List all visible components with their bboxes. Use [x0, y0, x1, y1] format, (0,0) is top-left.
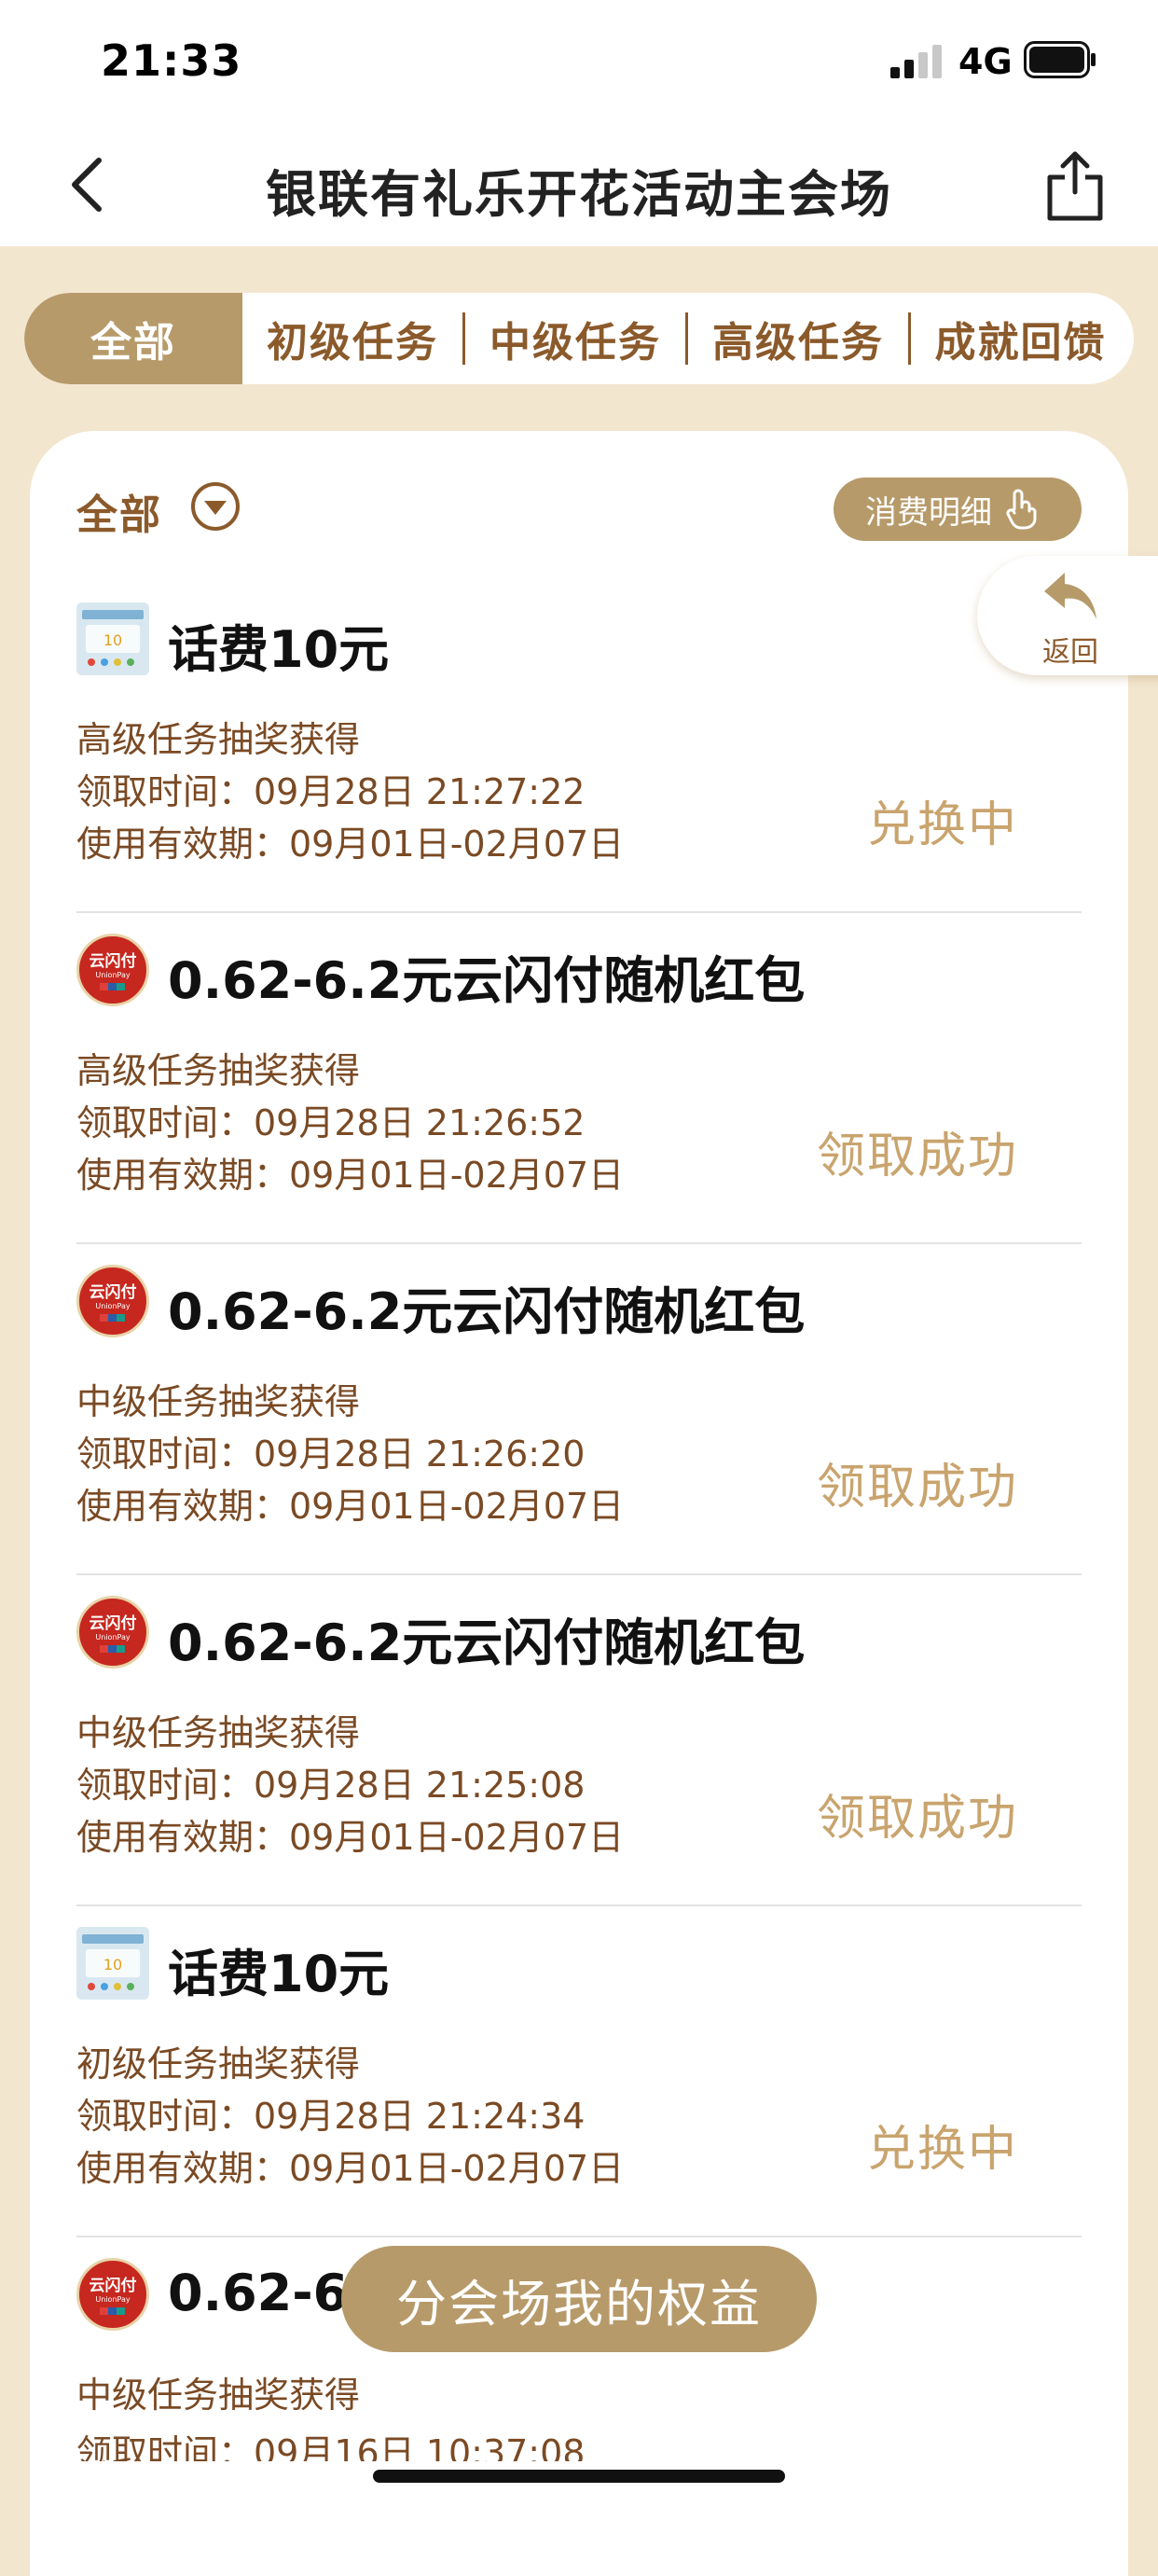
phone-credit-icon: 10 [76, 602, 149, 675]
tab-intermediate-tasks[interactable]: 中级任务 [465, 293, 685, 384]
svg-text:UnionPay: UnionPay [95, 1302, 130, 1310]
hand-pointer-icon [1006, 489, 1037, 530]
list-item[interactable]: 云闪付 UnionPay 0.62-6.2元云闪付随机红包 高级任务抽奖获得 领… [76, 913, 1082, 1244]
list-item[interactable]: 10 话费10元 高级任务抽奖获得 领取时间：09月28日 21:27:22 使… [76, 582, 1082, 913]
claim-time: 领取时间：09月28日 21:26:52 [76, 1102, 586, 1143]
consumption-detail-button[interactable]: 消费明细 [834, 478, 1082, 541]
status-time: 21:33 [101, 35, 242, 86]
tab-advanced-tasks[interactable]: 高级任务 [688, 293, 908, 384]
svg-text:UnionPay: UnionPay [95, 971, 130, 979]
validity-period: 使用有效期：09月01日-02月07日 [76, 1817, 625, 1858]
status-badge: 领取成功 [816, 1129, 1018, 1184]
reward-title: 话费10元 [168, 1945, 390, 2003]
share-button[interactable] [1042, 149, 1108, 224]
consumption-detail-label: 消费明细 [865, 493, 992, 532]
tab-beginner-tasks[interactable]: 初级任务 [242, 293, 462, 384]
tab-all[interactable]: 全部 [24, 293, 242, 384]
svg-text:10: 10 [103, 1956, 122, 1974]
unionpay-icon: 云闪付 UnionPay [76, 934, 149, 1006]
sub-venue-benefits-button[interactable]: 分会场我的权益 [341, 2246, 817, 2352]
reward-title: 0.62-6.2元云闪付随机红包 [168, 1282, 806, 1341]
dropdown-icon[interactable] [190, 481, 241, 532]
reward-title: 话费10元 [168, 620, 390, 679]
reward-title: 0.62-6.2元云闪付随机红包 [168, 1613, 806, 1672]
svg-text:UnionPay: UnionPay [95, 1633, 130, 1641]
nav-bar: 银联有礼乐开花活动主会场 [0, 123, 1158, 246]
validity-period: 使用有效期：09月01日-02月07日 [76, 2148, 625, 2189]
status-badge: 领取成功 [816, 1791, 1018, 1847]
status-bar: 21:33 4G [0, 0, 1158, 123]
svg-text:云闪付: 云闪付 [90, 1282, 137, 1302]
page-title: 银联有礼乐开花活动主会场 [266, 165, 892, 224]
svg-text:云闪付: 云闪付 [90, 2276, 137, 2295]
list-item[interactable]: 云闪付 UnionPay 0.62-6.2元云闪付随机红包 中级任务抽奖获得 领… [76, 1575, 1082, 1906]
claim-time: 领取时间：09月28日 21:24:34 [76, 2096, 586, 2137]
validity-period: 使用有效期：09月01日-02月07日 [76, 1486, 625, 1527]
list-item[interactable]: 10 话费10元 初级任务抽奖获得 领取时间：09月28日 21:24:34 使… [76, 1906, 1082, 2237]
svg-text:云闪付: 云闪付 [90, 1613, 137, 1633]
reward-source: 中级任务抽奖获得 [76, 2375, 361, 2416]
reward-title: 0.62-6 [168, 2264, 349, 2322]
svg-text:UnionPay: UnionPay [95, 2295, 130, 2304]
status-badge: 兑换中 [866, 797, 1018, 853]
status-badge: 兑换中 [866, 2122, 1018, 2178]
unionpay-icon: 云闪付 UnionPay [76, 2258, 149, 2331]
reward-source: 中级任务抽奖获得 [76, 1712, 361, 1753]
reward-title: 0.62-6.2元云闪付随机红包 [168, 951, 806, 1010]
filter-label[interactable]: 全部 [76, 481, 162, 541]
unionpay-icon: 云闪付 UnionPay [76, 1265, 149, 1337]
phone-credit-icon: 10 [76, 1927, 149, 2000]
tab-achievement-rewards[interactable]: 成就回馈 [911, 293, 1130, 384]
claim-time: 领取时间：09月16日 10:37:08 [76, 2432, 586, 2461]
reward-source: 高级任务抽奖获得 [76, 1050, 361, 1091]
reward-list: 10 话费10元 高级任务抽奖获得 领取时间：09月28日 21:27:22 使… [76, 582, 1082, 2461]
signal-icon [890, 45, 942, 78]
svg-text:10: 10 [103, 631, 122, 649]
claim-time: 领取时间：09月28日 21:25:08 [76, 1765, 586, 1806]
list-item[interactable]: 云闪付 UnionPay 0.62-6.2元云闪付随机红包 中级任务抽奖获得 领… [76, 1244, 1082, 1575]
home-indicator [373, 2470, 785, 2483]
network-type: 4G [958, 41, 1013, 82]
claim-time: 领取时间：09月28日 21:26:20 [76, 1433, 586, 1475]
claim-time: 领取时间：09月28日 21:27:22 [76, 771, 586, 812]
task-tabs: 全部 初级任务 中级任务 高级任务 成就回馈 [24, 293, 1134, 384]
validity-period: 使用有效期：09月01日-02月07日 [76, 1155, 625, 1196]
reward-source: 初级任务抽奖获得 [76, 2043, 361, 2084]
reward-source: 中级任务抽奖获得 [76, 1381, 361, 1422]
svg-text:云闪付: 云闪付 [90, 951, 137, 971]
battery-icon [1024, 41, 1096, 78]
status-badge: 领取成功 [816, 1460, 1018, 1516]
reward-source: 高级任务抽奖获得 [76, 719, 361, 760]
validity-period: 使用有效期：09月01日-02月07日 [76, 824, 625, 865]
unionpay-icon: 云闪付 UnionPay [76, 1596, 149, 1669]
